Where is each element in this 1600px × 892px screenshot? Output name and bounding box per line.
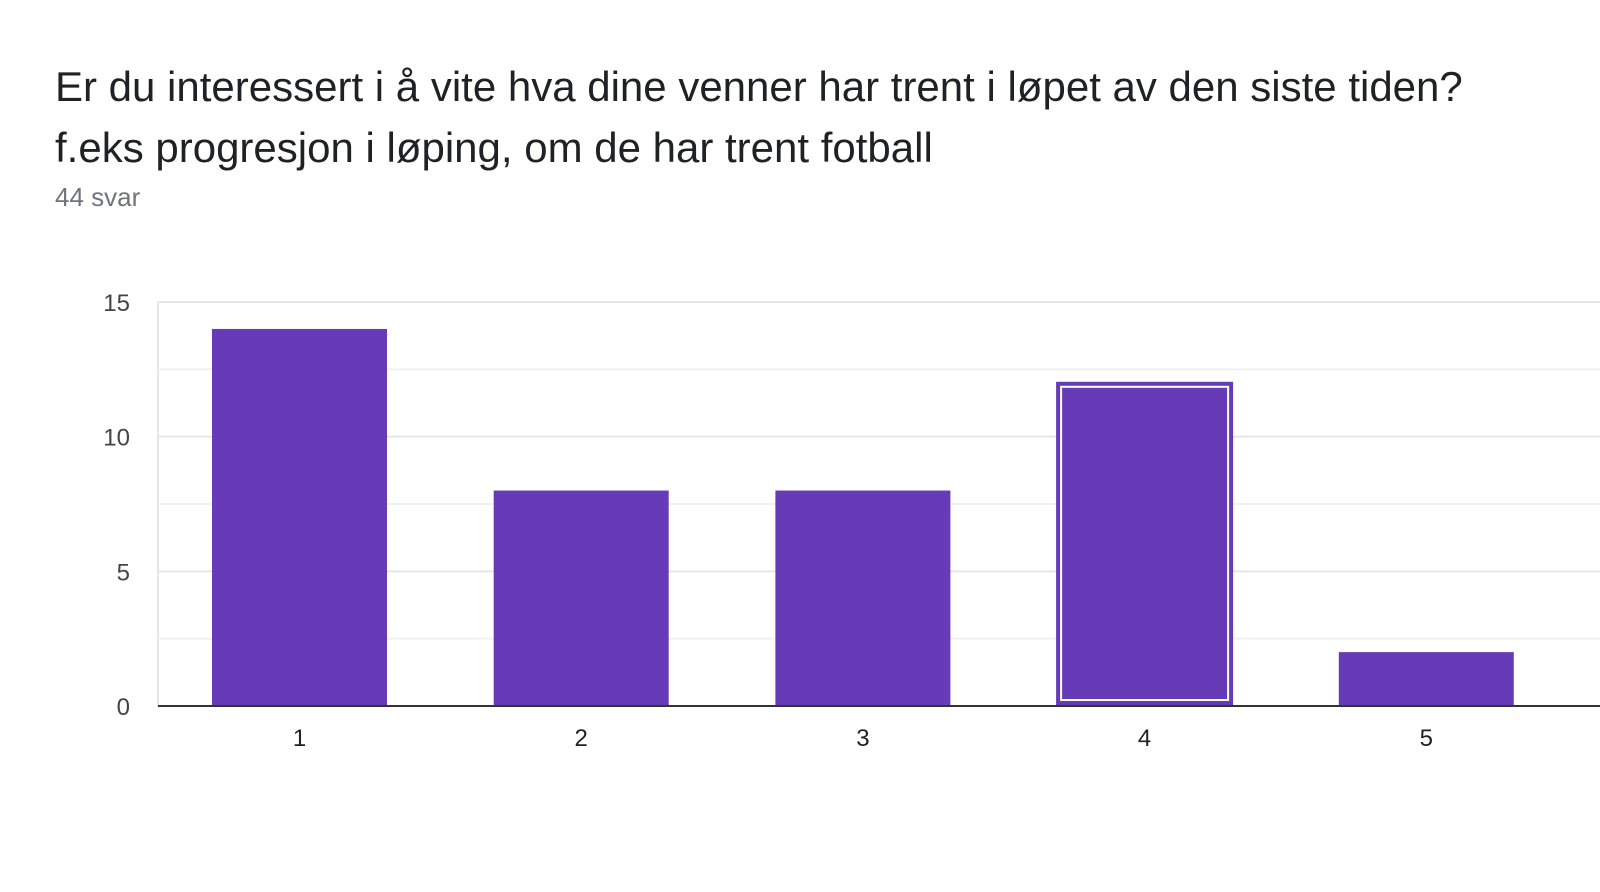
bar: [212, 328, 387, 706]
bar: [775, 490, 951, 706]
bar-chart: 0 5 10 15 1 2 3 4 5: [103, 290, 1600, 752]
y-tick-label: 10: [103, 425, 130, 452]
bar-highlight-outline: [1056, 381, 1234, 706]
bars: [212, 328, 1514, 706]
y-tick-label: 5: [117, 559, 130, 586]
x-tick-label: 3: [856, 725, 869, 752]
x-tick-label: 4: [1138, 725, 1151, 752]
bar: [1338, 652, 1514, 706]
x-tick-label: 5: [1420, 725, 1433, 752]
y-tick-labels: 0 5 10 15: [103, 290, 130, 721]
y-tick-label: 0: [117, 694, 130, 721]
bar: [493, 490, 669, 706]
x-tick-label: 2: [575, 725, 588, 752]
x-tick-labels: 1 2 3 4 5: [293, 725, 1433, 752]
x-tick-label: 1: [293, 725, 306, 752]
y-tick-label: 15: [103, 290, 130, 317]
